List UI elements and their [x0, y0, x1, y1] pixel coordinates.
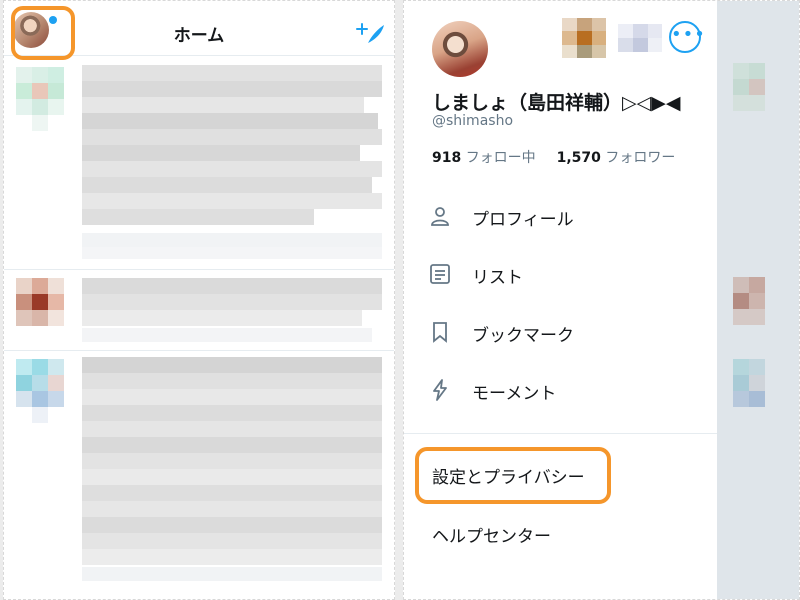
menu-item-lists[interactable]: リスト [404, 247, 714, 301]
list-icon [428, 262, 452, 286]
account-switcher-thumbnail[interactable] [618, 18, 662, 58]
followers-count[interactable]: 1,570 [557, 150, 601, 166]
menu-item-label: リスト [472, 268, 523, 288]
dimmed-timeline-overlay[interactable] [717, 1, 799, 599]
home-timeline-panel: ホーム [3, 0, 395, 600]
list-item[interactable] [4, 270, 394, 350]
menu-item-label: プロフィール [472, 210, 574, 230]
avatar [16, 359, 64, 423]
lightning-icon [428, 378, 452, 402]
compose-tweet-icon[interactable] [356, 21, 386, 47]
display-name: しましょ（島田祥輔）▷◁▶◀ [432, 92, 681, 114]
followers-label[interactable]: フォロワー [605, 150, 675, 166]
follow-stats: 918 フォロー中 1,570 フォロワー [432, 147, 675, 167]
home-header: ホーム [4, 1, 394, 56]
account-switcher-thumbnail[interactable] [562, 18, 606, 58]
help-center-link[interactable]: ヘルプセンター [432, 522, 551, 547]
avatar[interactable] [432, 21, 488, 77]
menu-item-label: ブックマーク [472, 326, 574, 346]
following-label[interactable]: フォロー中 [466, 150, 536, 166]
user-handle: @shimasho [432, 113, 514, 129]
person-icon [428, 204, 452, 228]
more-accounts-button[interactable]: ••• [669, 21, 705, 53]
list-item[interactable] [4, 351, 394, 599]
bookmark-icon [428, 320, 452, 344]
avatar [16, 278, 64, 342]
following-count[interactable]: 918 [432, 150, 461, 166]
menu-item-moments[interactable]: モーメント [404, 363, 714, 417]
avatar [16, 67, 64, 131]
divider [404, 433, 717, 434]
menu-item-profile[interactable]: プロフィール [404, 189, 714, 243]
page-title: ホーム [173, 26, 225, 46]
account-drawer: ••• しましょ（島田祥輔）▷◁▶◀ @shimasho 918 フォロー中 1… [403, 0, 800, 600]
settings-and-privacy-link[interactable]: 設定とプライバシー [432, 463, 585, 488]
menu-item-bookmarks[interactable]: ブックマーク [404, 305, 714, 359]
list-item[interactable] [4, 57, 394, 269]
menu-item-label: モーメント [472, 384, 557, 404]
